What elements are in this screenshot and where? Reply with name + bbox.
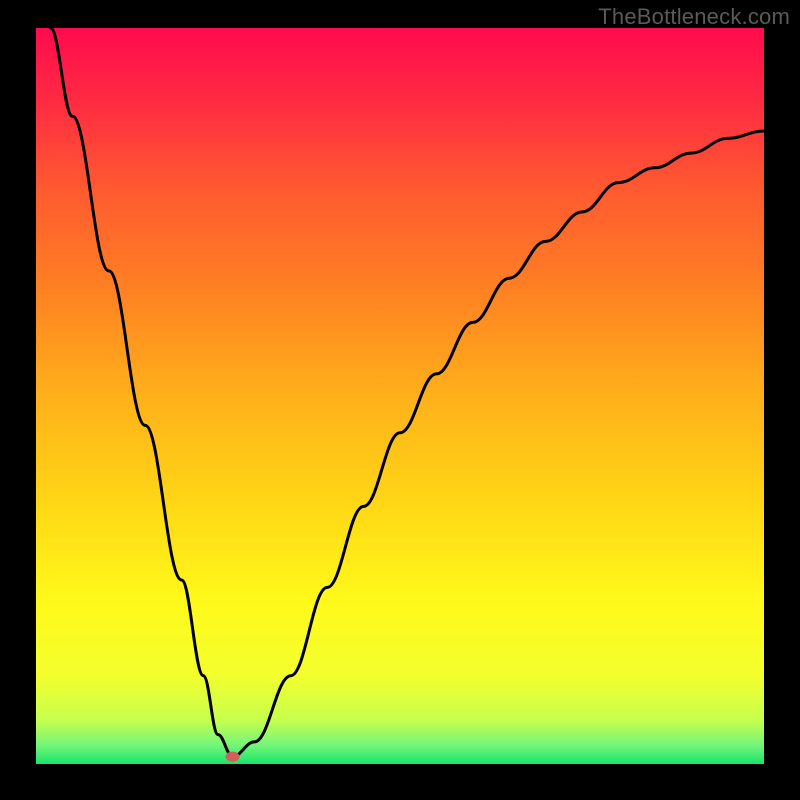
plot-area bbox=[36, 28, 764, 764]
watermark-text: TheBottleneck.com bbox=[598, 4, 790, 30]
bottleneck-chart bbox=[36, 28, 764, 764]
minimum-marker bbox=[226, 752, 240, 762]
chart-frame: TheBottleneck.com bbox=[0, 0, 800, 800]
gradient-background bbox=[36, 28, 764, 764]
